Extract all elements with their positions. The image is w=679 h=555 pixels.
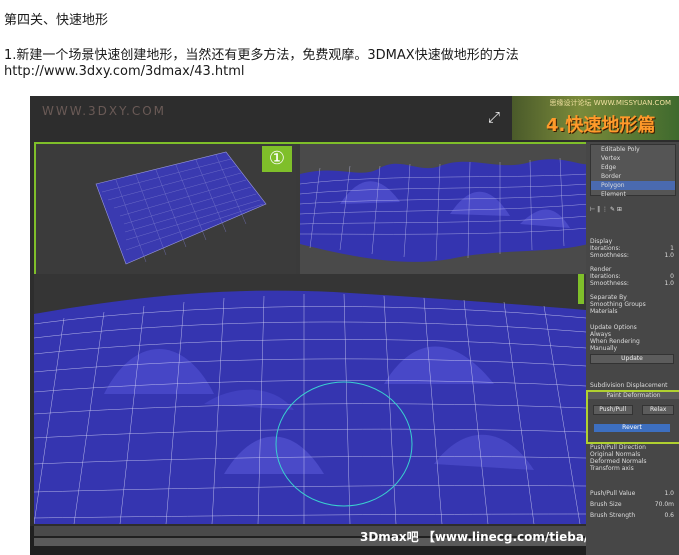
render-iterations-input[interactable]: 0	[670, 273, 674, 280]
iterations-label: Iterations:	[590, 245, 621, 252]
relax-button[interactable]: Relax	[642, 405, 675, 415]
render-iterations-label: Iterations:	[590, 273, 621, 280]
smoothness-input[interactable]: 1.0	[664, 252, 674, 259]
manually-radio[interactable]: Manually	[590, 345, 674, 352]
brush-strength-label: Brush Strength	[590, 512, 636, 519]
render-smoothness-input[interactable]: 1.0	[664, 280, 674, 287]
top-viewports: ①	[34, 142, 590, 276]
banner: 思缘设计论坛 WWW.MISSYUAN.COM 4.快速地形篇	[512, 96, 679, 140]
render-smoothness-label: Smoothness:	[590, 280, 629, 287]
iterations-input[interactable]: 1	[670, 245, 674, 252]
paint-deformation-title[interactable]: Paint Deformation	[588, 392, 679, 399]
stack-item[interactable]: Element	[591, 190, 675, 199]
viewport-accent	[578, 274, 584, 304]
brush-strength-input[interactable]: 0.6	[664, 512, 674, 519]
display-label: Display	[590, 238, 613, 245]
banner-title: 4.快速地形篇	[546, 115, 656, 136]
push-pull-value-label: Push/Pull Value	[590, 490, 636, 497]
tutorial-link[interactable]: http://www.3dxy.com/3dmax/43.html	[4, 64, 245, 79]
original-normals-radio[interactable]: Original Normals	[590, 451, 674, 458]
render-label: Render	[590, 266, 612, 273]
push-pull-button[interactable]: Push/Pull	[592, 405, 633, 415]
update-options-label: Update Options	[590, 324, 637, 331]
paint-deformation-rollout: Paint Deformation Push/Pull Relax Revert	[586, 390, 679, 444]
flat-plane-render	[95, 151, 267, 265]
separate-by-label: Separate By	[590, 294, 627, 301]
brush-size-input[interactable]: 70.0m	[655, 501, 674, 508]
transform-axis-radio[interactable]: Transform axis	[590, 465, 674, 472]
stack-item[interactable]: Border	[591, 172, 675, 181]
terrain-preview-render	[300, 144, 588, 274]
banner-small-text: 思缘设计论坛 WWW.MISSYUAN.COM	[549, 99, 672, 107]
terrain-main-viewport[interactable]	[34, 274, 586, 524]
command-panel: Editable Poly Vertex Edge Border Polygon…	[586, 142, 679, 555]
deformed-normals-radio[interactable]: Deformed Normals	[590, 458, 674, 465]
modifier-stack[interactable]: Editable Poly Vertex Edge Border Polygon…	[590, 144, 676, 199]
materials-checkbox[interactable]: Materials	[590, 308, 674, 315]
watermark: WWW.3DXY.COM	[42, 104, 167, 118]
stack-item[interactable]: Vertex	[591, 154, 675, 163]
stack-toolbar[interactable]: ⊢ ‖ ⋮ ✎ ⊞	[590, 206, 674, 213]
subdivision-rollout[interactable]: Subdivision Displacement	[590, 382, 674, 389]
expand-icon[interactable]: ⤢	[488, 108, 500, 126]
always-radio[interactable]: Always	[590, 331, 674, 338]
update-button[interactable]: Update	[590, 354, 674, 364]
tutorial-screenshot: WWW.3DXY.COM ⤢ 思缘设计论坛 WWW.MISSYUAN.COM 4…	[30, 96, 679, 555]
plane-viewport[interactable]: ①	[36, 144, 296, 274]
revert-button[interactable]: Revert	[594, 424, 670, 432]
smoothing-groups-checkbox[interactable]: Smoothing Groups	[590, 301, 674, 308]
page-heading: 第四关、快速地形	[4, 13, 109, 28]
when-rendering-radio[interactable]: When Rendering	[590, 338, 674, 345]
stack-item[interactable]: Edge	[591, 163, 675, 172]
stack-item[interactable]: Editable Poly	[591, 145, 675, 154]
push-pull-value-input[interactable]: 1.0	[664, 490, 674, 497]
terrain-preview-viewport[interactable]	[300, 144, 588, 274]
intro-paragraph: 1.新建一个场景快速创建地形，当然还有更多方法，免费观摩。3DMAX快速做地形的…	[4, 48, 519, 63]
push-pull-direction-label: Push/Pull Direction	[590, 444, 646, 451]
stack-item-selected[interactable]: Polygon	[591, 181, 675, 190]
smoothness-label: Smoothness:	[590, 252, 629, 259]
brush-size-label: Brush Size	[590, 501, 622, 508]
step-badge: ①	[262, 146, 292, 172]
terrain-main-render	[34, 274, 586, 524]
